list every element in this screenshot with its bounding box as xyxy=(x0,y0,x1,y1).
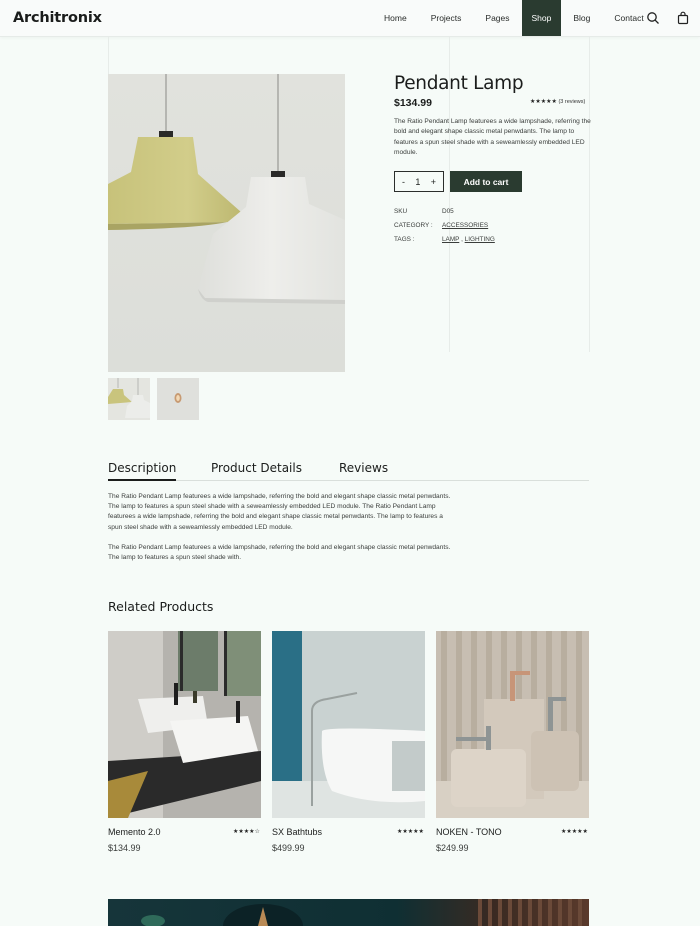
promo-banner-image xyxy=(108,899,589,926)
product-card-name[interactable]: NOKEN - TONO xyxy=(436,827,502,837)
product-card-price: $134.99 xyxy=(108,843,141,853)
tags-label: TAGS : xyxy=(394,236,415,243)
product-main-image[interactable] xyxy=(108,74,345,372)
product-rating[interactable]: ★★★★★ (3 reviews) xyxy=(530,98,585,105)
tag-link[interactable]: LIGHTING xyxy=(465,236,495,243)
rating-stars: ★★★★★ xyxy=(530,99,557,105)
tags-list: LAMP , LIGHTING xyxy=(442,236,495,243)
description-paragraph: The Ratio Pendant Lamp featurees a wide … xyxy=(108,493,451,531)
product-card-image[interactable] xyxy=(436,631,589,818)
product-price: $134.99 xyxy=(394,97,432,109)
brand-logo[interactable]: Architronix xyxy=(13,10,102,26)
product-card-price: $499.99 xyxy=(272,843,305,853)
tab-description[interactable]: Description xyxy=(108,461,177,481)
sku-label: SKU xyxy=(394,208,408,215)
main-nav: Home Projects Pages Shop Blog Contact xyxy=(372,0,656,36)
add-to-cart-button[interactable]: Add to cart xyxy=(450,171,522,192)
product-tabs: Description Product Details Reviews xyxy=(108,459,589,481)
review-count[interactable]: (3 reviews) xyxy=(558,99,585,105)
product-card-stars: ★★★★☆ xyxy=(233,829,260,835)
product-thumbnail[interactable] xyxy=(157,378,199,420)
search-icon[interactable] xyxy=(646,11,660,25)
qty-increment-button[interactable]: + xyxy=(431,177,436,187)
product-card-image[interactable] xyxy=(108,631,261,818)
product-card-image[interactable] xyxy=(272,631,425,818)
product-card-name[interactable]: Memento 2.0 xyxy=(108,827,161,837)
product-title: Pendant Lamp xyxy=(394,73,524,94)
tab-product-details[interactable]: Product Details xyxy=(211,461,302,475)
category-label: CATEGORY : xyxy=(394,222,433,229)
nav-item-blog[interactable]: Blog xyxy=(561,0,602,36)
qty-value[interactable]: 1 xyxy=(415,177,420,187)
product-card-stars: ★★★★★ xyxy=(561,829,588,835)
product-card-price: $249.99 xyxy=(436,843,469,853)
description-paragraph: The Ratio Pendant Lamp featurees a wide … xyxy=(108,544,451,562)
nav-item-shop[interactable]: Shop xyxy=(521,0,562,36)
product-card-stars: ★★★★★ xyxy=(397,829,424,835)
related-products-title: Related Products xyxy=(108,599,214,614)
sku-value: D05 xyxy=(442,208,454,215)
tag-link[interactable]: LAMP xyxy=(442,236,459,243)
quantity-stepper: - 1 + xyxy=(394,171,444,192)
product-card-name[interactable]: SX Bathtubs xyxy=(272,827,322,837)
bag-icon[interactable] xyxy=(676,11,690,25)
site-header: Architronix Home Projects Pages Shop Blo… xyxy=(0,0,700,37)
product-description: The Ratio Pendant Lamp featurees a wide … xyxy=(394,118,591,156)
tag-separator: , xyxy=(461,236,463,243)
nav-item-projects[interactable]: Projects xyxy=(419,0,474,36)
qty-decrement-button[interactable]: - xyxy=(402,177,405,187)
guide-line xyxy=(589,37,590,352)
category-link[interactable]: ACCESSORIES xyxy=(442,222,488,229)
nav-item-pages[interactable]: Pages xyxy=(473,0,521,36)
nav-item-home[interactable]: Home xyxy=(372,0,419,36)
product-thumbnail[interactable] xyxy=(108,378,150,420)
tab-reviews[interactable]: Reviews xyxy=(339,461,388,475)
